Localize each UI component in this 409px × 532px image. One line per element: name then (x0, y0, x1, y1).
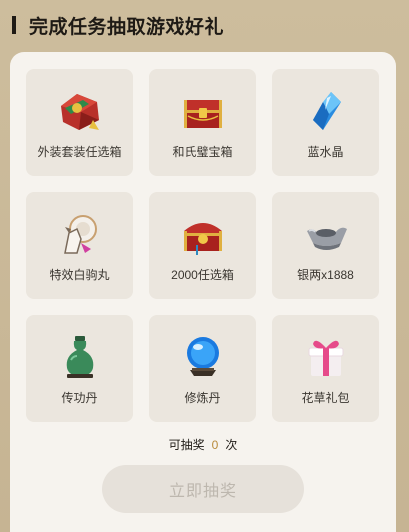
reward-card-gift-box[interactable]: 花草礼包 (272, 315, 379, 422)
draw-count-prefix: 可抽奖 (168, 438, 205, 452)
reward-label: 花草礼包 (301, 391, 350, 405)
blue-orb-icon (175, 329, 231, 385)
selection-chest-icon (175, 206, 231, 262)
reward-label: 修炼丹 (184, 391, 221, 405)
gift-box-icon (298, 329, 354, 385)
reward-card-selection-chest[interactable]: 2000任选箱 (149, 192, 256, 299)
reward-label: 蓝水晶 (307, 145, 344, 159)
page: 完成任务抽取游戏好礼 外装套装任选箱 和氏璧宝箱 蓝水晶 特效白驹丸 2000任… (0, 0, 409, 532)
outfit-chest-icon (52, 83, 108, 139)
green-gourd-icon (52, 329, 108, 385)
reward-card-treasure-chest[interactable]: 和氏璧宝箱 (149, 69, 256, 176)
reward-label: 外装套装任选箱 (37, 145, 122, 159)
reward-panel: 外装套装任选箱 和氏璧宝箱 蓝水晶 特效白驹丸 2000任选箱 银两x1888 … (10, 52, 396, 532)
reward-label: 特效白驹丸 (49, 268, 110, 282)
section-header: 完成任务抽取游戏好礼 (12, 12, 224, 38)
white-horse-pill-icon (52, 206, 108, 262)
reward-label: 2000任选箱 (171, 268, 234, 282)
blue-crystal-icon (298, 83, 354, 139)
reward-label: 和氏璧宝箱 (172, 145, 233, 159)
draw-count-suffix: 次 (225, 438, 238, 452)
draw-count-text: 可抽奖 0 次 (10, 436, 396, 453)
reward-label: 银两x1888 (297, 268, 354, 282)
silver-ingot-icon (298, 206, 354, 262)
treasure-chest-icon (175, 83, 231, 139)
draw-count-value: 0 (211, 438, 219, 452)
reward-card-outfit-chest[interactable]: 外装套装任选箱 (26, 69, 133, 176)
draw-now-button[interactable]: 立即抽奖 (102, 465, 304, 513)
reward-grid: 外装套装任选箱 和氏璧宝箱 蓝水晶 特效白驹丸 2000任选箱 银两x1888 … (26, 69, 379, 422)
reward-card-blue-crystal[interactable]: 蓝水晶 (272, 69, 379, 176)
reward-card-green-gourd[interactable]: 传功丹 (26, 315, 133, 422)
reward-card-blue-orb[interactable]: 修炼丹 (149, 315, 256, 422)
reward-label: 传功丹 (61, 391, 98, 405)
reward-card-silver-ingot[interactable]: 银两x1888 (272, 192, 379, 299)
reward-card-white-horse-pill[interactable]: 特效白驹丸 (26, 192, 133, 299)
title-accent-bar (12, 16, 16, 34)
section-title: 完成任务抽取游戏好礼 (29, 16, 225, 38)
